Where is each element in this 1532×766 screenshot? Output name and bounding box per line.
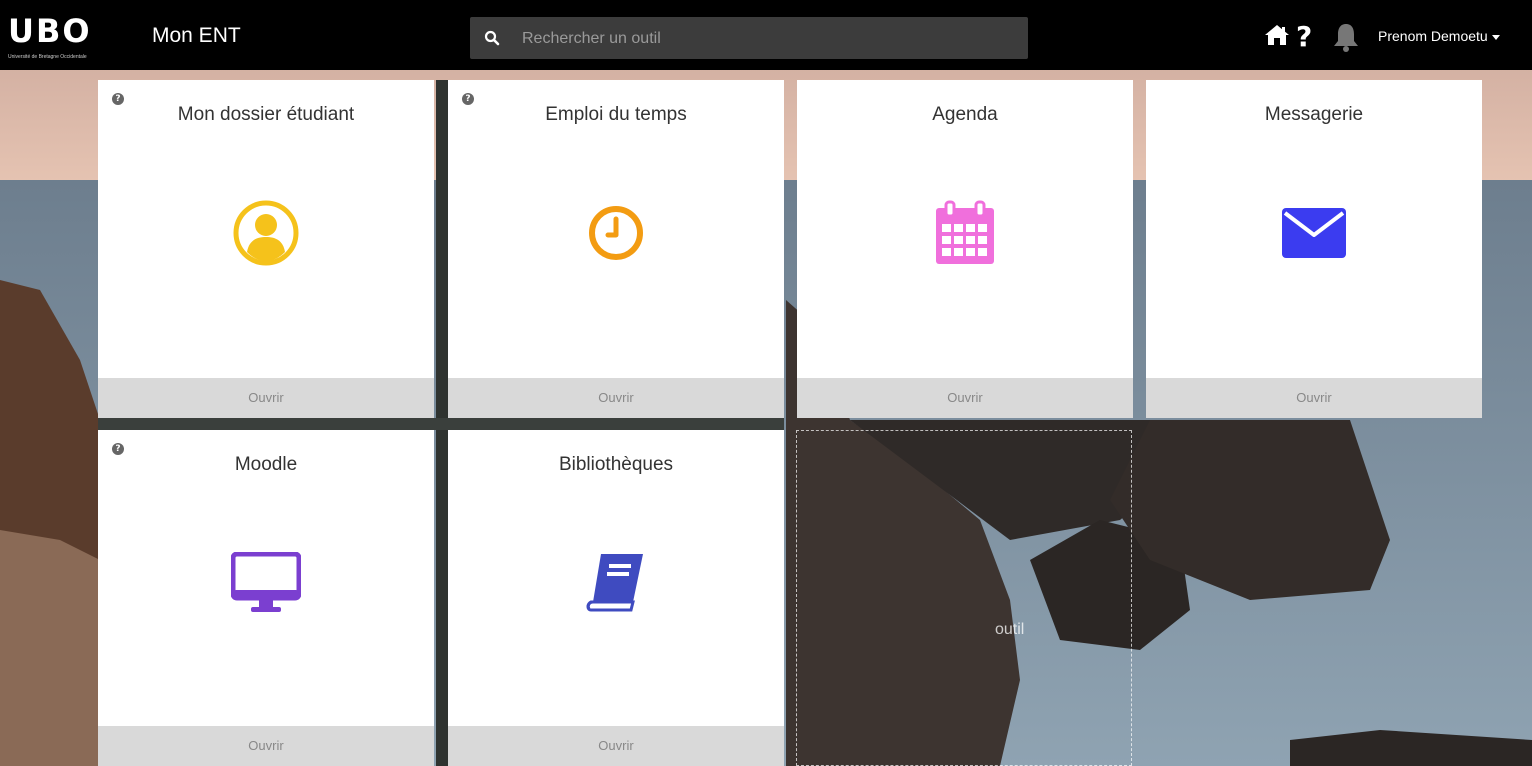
open-button[interactable]: Ouvrir [98, 726, 434, 766]
calendar-icon [936, 200, 994, 264]
book-icon [586, 554, 643, 612]
logo-subtitle: Université de Bretagne Occidentale [8, 54, 87, 60]
user-circle-icon [233, 200, 299, 266]
search-icon [484, 30, 500, 46]
user-name: Prenom Demoetu [1378, 28, 1488, 44]
tile-title: Messagerie [1264, 104, 1364, 125]
tile-emploi-du-temps[interactable]: ? Emploi du temps Ouvrir [448, 80, 784, 418]
envelope-icon [1282, 208, 1346, 258]
open-button[interactable]: Ouvrir [797, 378, 1133, 418]
help-icon[interactable]: ? [1296, 20, 1312, 53]
search-bar[interactable] [470, 17, 1028, 61]
user-menu[interactable]: Prenom Demoetu [1378, 28, 1500, 44]
empty-slot-label: outil [995, 621, 1025, 638]
clock-icon [589, 206, 643, 260]
tile-title: Agenda [932, 104, 998, 125]
tile-messagerie[interactable]: Messagerie Ouvrir [1146, 80, 1482, 418]
tile-mon-dossier-etudiant[interactable]: ? Mon dossier étudiant Ouvrir [98, 80, 434, 418]
search-input[interactable] [520, 17, 1014, 61]
tile-bibliotheques[interactable]: Bibliothèques Ouvrir [448, 430, 784, 766]
home-icon[interactable] [1264, 24, 1290, 46]
tile-title: Emploi du temps [545, 104, 687, 125]
top-navigation-bar: UBO Université de Bretagne Occidentale M… [0, 0, 1532, 70]
open-button[interactable]: Ouvrir [1146, 378, 1482, 418]
ubo-logo[interactable]: UBO Université de Bretagne Occidentale [8, 14, 128, 64]
open-button[interactable]: Ouvrir [448, 726, 784, 766]
desktop-icon [231, 552, 301, 612]
tile-title: Mon dossier étudiant [177, 104, 355, 125]
tile-title: Bibliothèques [558, 454, 674, 475]
empty-tile-slot[interactable]: outil [796, 430, 1132, 766]
bell-icon[interactable] [1332, 22, 1360, 52]
tile-agenda[interactable]: Agenda Ouvrir [797, 80, 1133, 418]
logo-text: UBO [8, 12, 92, 50]
open-button[interactable]: Ouvrir [448, 378, 784, 418]
tile-moodle[interactable]: ? Moodle Ouvrir [98, 430, 434, 766]
open-button[interactable]: Ouvrir [98, 378, 434, 418]
app-title: Mon ENT [152, 24, 241, 47]
tile-title: Moodle [234, 454, 298, 475]
caret-down-icon [1491, 34, 1500, 40]
